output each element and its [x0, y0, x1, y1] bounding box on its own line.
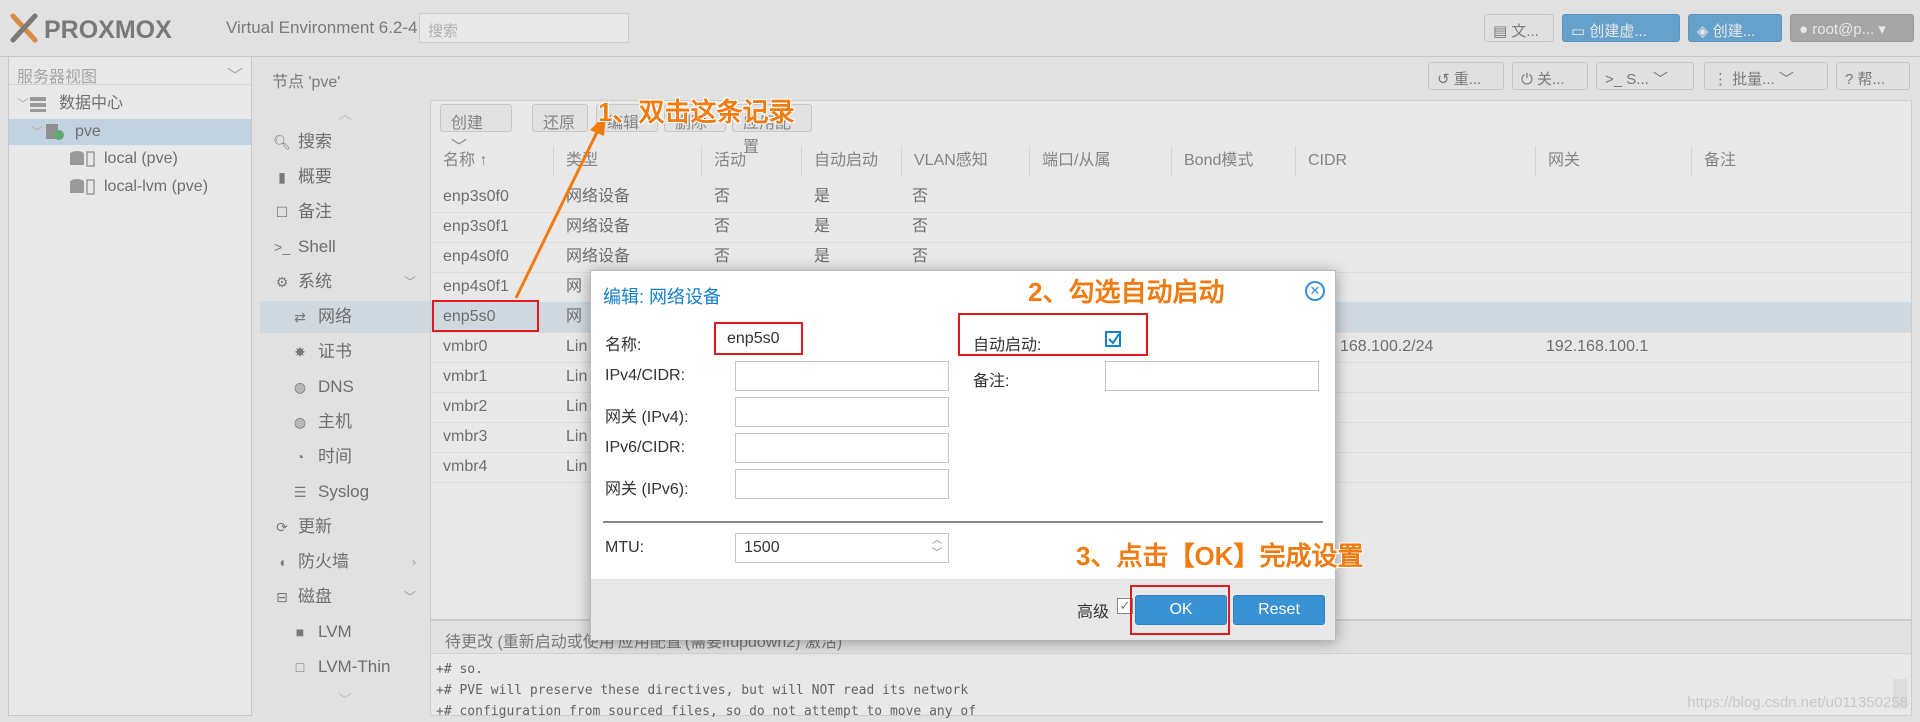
- annotation-step3: 3、点击【OK】完成设置: [1076, 541, 1364, 571]
- annotation-step1: 1、双击这条记录: [598, 97, 795, 127]
- annotation-arrow: [514, 114, 606, 299]
- watermark: https://blog.csdn.net/u011350258: [1687, 694, 1908, 711]
- annotation-step2: 2、勾选自动启动: [1028, 277, 1225, 307]
